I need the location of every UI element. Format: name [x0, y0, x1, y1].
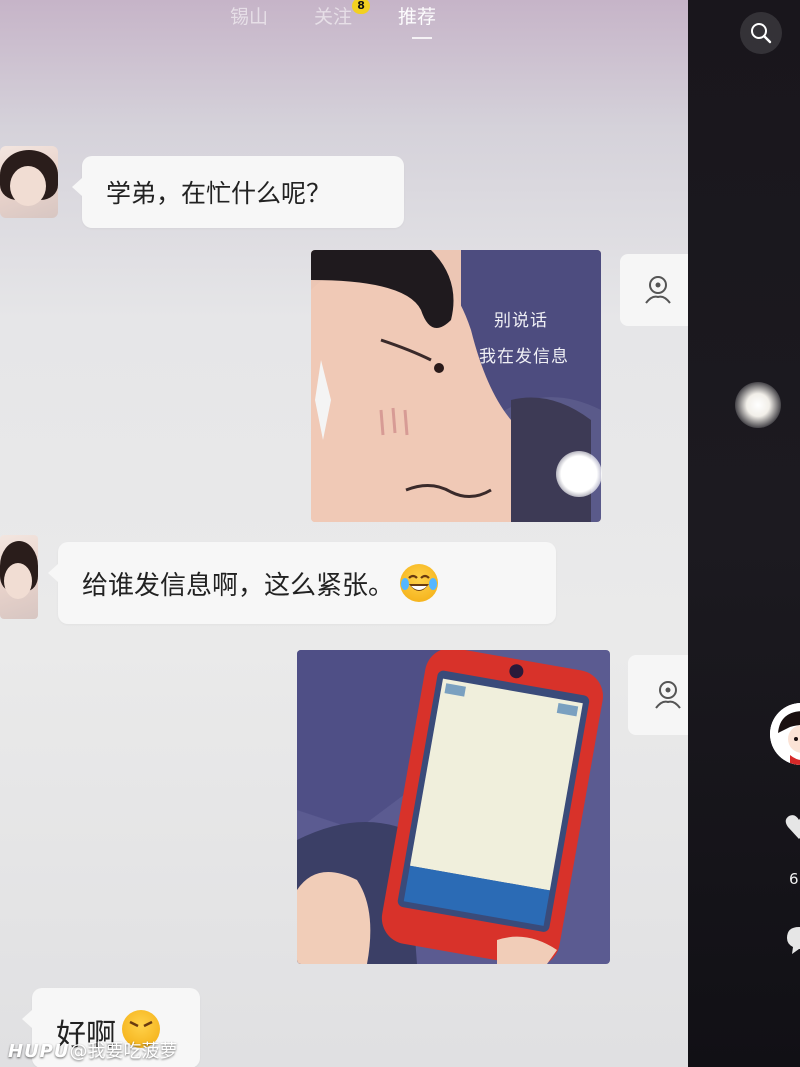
watermark-brand: HUPU — [8, 1041, 70, 1062]
sticker-image[interactable] — [297, 650, 610, 964]
video-side-panel — [688, 0, 800, 1067]
search-button[interactable] — [740, 12, 782, 54]
light-reflection — [735, 382, 781, 428]
comment-icon — [787, 927, 800, 954]
tears-of-joy-emoji — [400, 564, 439, 602]
self-avatar[interactable] — [620, 254, 696, 326]
tab-recommend[interactable]: 推荐 — [398, 2, 436, 39]
tab-follow[interactable]: 关注 8 — [314, 0, 371, 29]
contact-avatar[interactable] — [0, 146, 58, 218]
top-tab-bar: 锡山 关注 8 推荐 — [230, 0, 436, 39]
contact-avatar[interactable] — [0, 535, 38, 619]
tab-location[interactable]: 锡山 — [230, 2, 268, 29]
comment-button[interactable] — [786, 925, 800, 955]
like-count: 6 — [789, 870, 799, 888]
search-icon — [751, 23, 772, 44]
follow-badge: 8 — [352, 0, 371, 14]
message-bubble[interactable]: 给谁发信息啊，这么紧张。 — [48, 542, 556, 624]
user-avatar-icon — [645, 276, 671, 304]
light-reflection — [556, 451, 602, 497]
watermark: HUPU@我要吃菠萝 — [8, 1037, 178, 1063]
message-text: 学弟，在忙什么呢？ — [106, 179, 332, 208]
phone-sticker — [297, 650, 610, 964]
watermark-handle: @我要吃菠萝 — [69, 1041, 178, 1062]
heart-icon — [785, 815, 800, 839]
message-bubble[interactable]: 学弟，在忙什么呢？ — [72, 156, 404, 228]
tab-follow-label: 关注 — [314, 6, 353, 28]
message-text: 给谁发信息啊，这么紧张。 — [82, 570, 395, 601]
sticker-caption-line1: 别说话 — [494, 311, 548, 331]
like-button[interactable] — [784, 812, 800, 842]
chat-screen: 锡山 关注 8 推荐 学弟，在忙什么呢？ 别说话 我在发信息 给谁发信息啊，这么… — [0, 0, 800, 1067]
sticker-caption-line2: 我在发信息 — [479, 347, 569, 367]
user-avatar-icon — [655, 681, 681, 709]
